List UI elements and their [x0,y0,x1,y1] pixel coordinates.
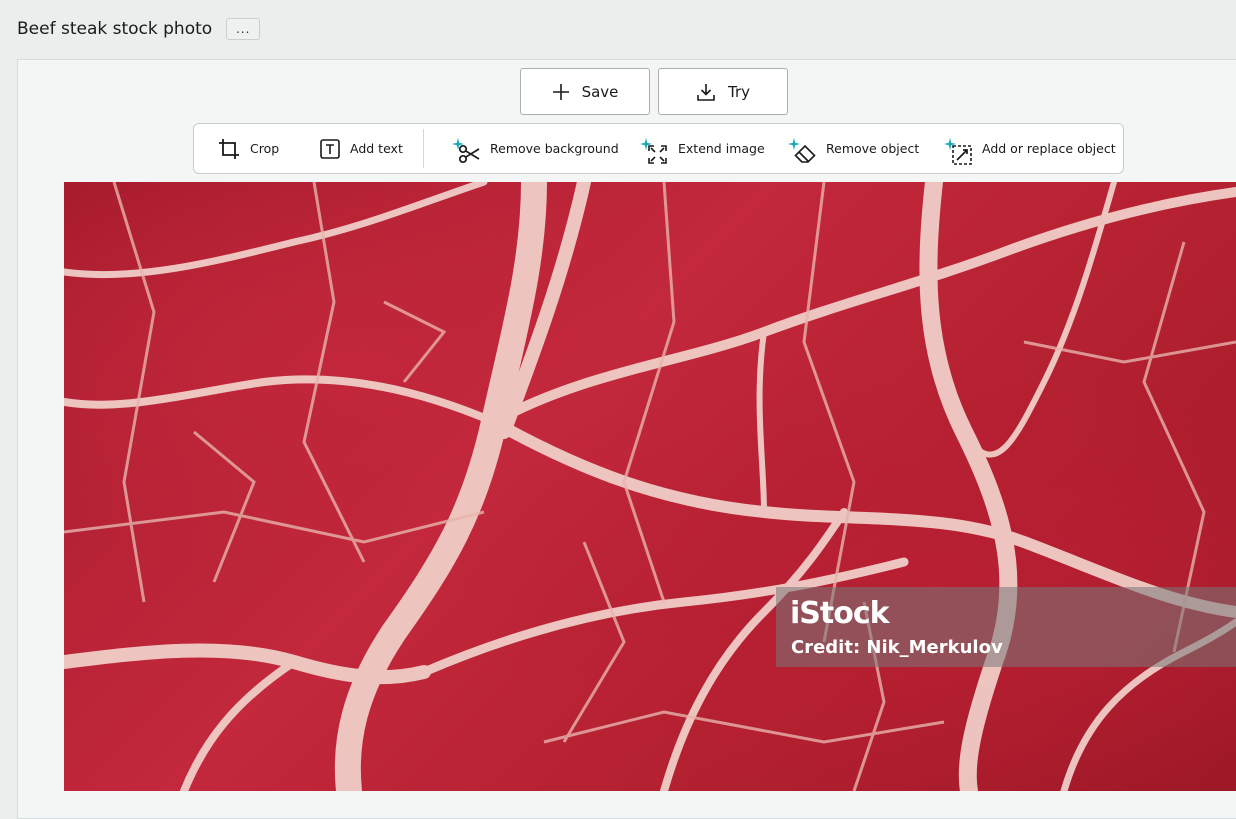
text-box-icon [320,138,340,159]
crop-icon [219,138,239,159]
toolbar-divider [423,129,424,168]
extend-image-label: Extend image [678,141,765,156]
meat-texture [64,182,1236,791]
add-text-tool[interactable]: Add text [320,124,403,173]
expand-icon [648,144,667,164]
crop-label: Crop [250,141,280,156]
title-row: Beef steak stock photo ... [17,14,261,44]
crop-tool[interactable]: Crop [218,124,279,173]
replace-object-icon [952,144,972,165]
try-label: Try [727,82,750,101]
stock-photo: iStock Credit: Nik_Merkulov [64,182,1236,791]
page-title: Beef steak stock photo [17,19,213,39]
eraser-icon [794,144,816,163]
action-row: Save Try [520,68,788,115]
remove-object-label: Remove object [826,141,920,156]
watermark-credit: Credit: Nik_Merkulov [791,637,1003,658]
watermark-logo: iStock [790,596,890,631]
istock-watermark: iStock Credit: Nik_Merkulov [776,587,1236,667]
download-icon [697,83,715,101]
add-text-label: Add text [350,141,403,156]
try-button[interactable]: Try [658,68,788,115]
scissors-icon [458,144,480,163]
save-button[interactable]: Save [520,68,650,115]
add-replace-object-label: Add or replace object [982,141,1116,156]
remove-object-tool[interactable]: Remove object [788,124,919,173]
remove-background-tool[interactable]: Remove background [452,124,619,173]
more-options-button[interactable]: ... [226,18,261,40]
remove-background-label: Remove background [490,141,619,156]
edit-toolbar: Crop Add text Remove background Extend i… [193,123,1124,174]
add-replace-object-tool[interactable]: Add or replace object [944,124,1116,173]
save-label: Save [581,82,619,101]
extend-image-tool[interactable]: Extend image [640,124,765,173]
plus-icon [552,83,569,100]
